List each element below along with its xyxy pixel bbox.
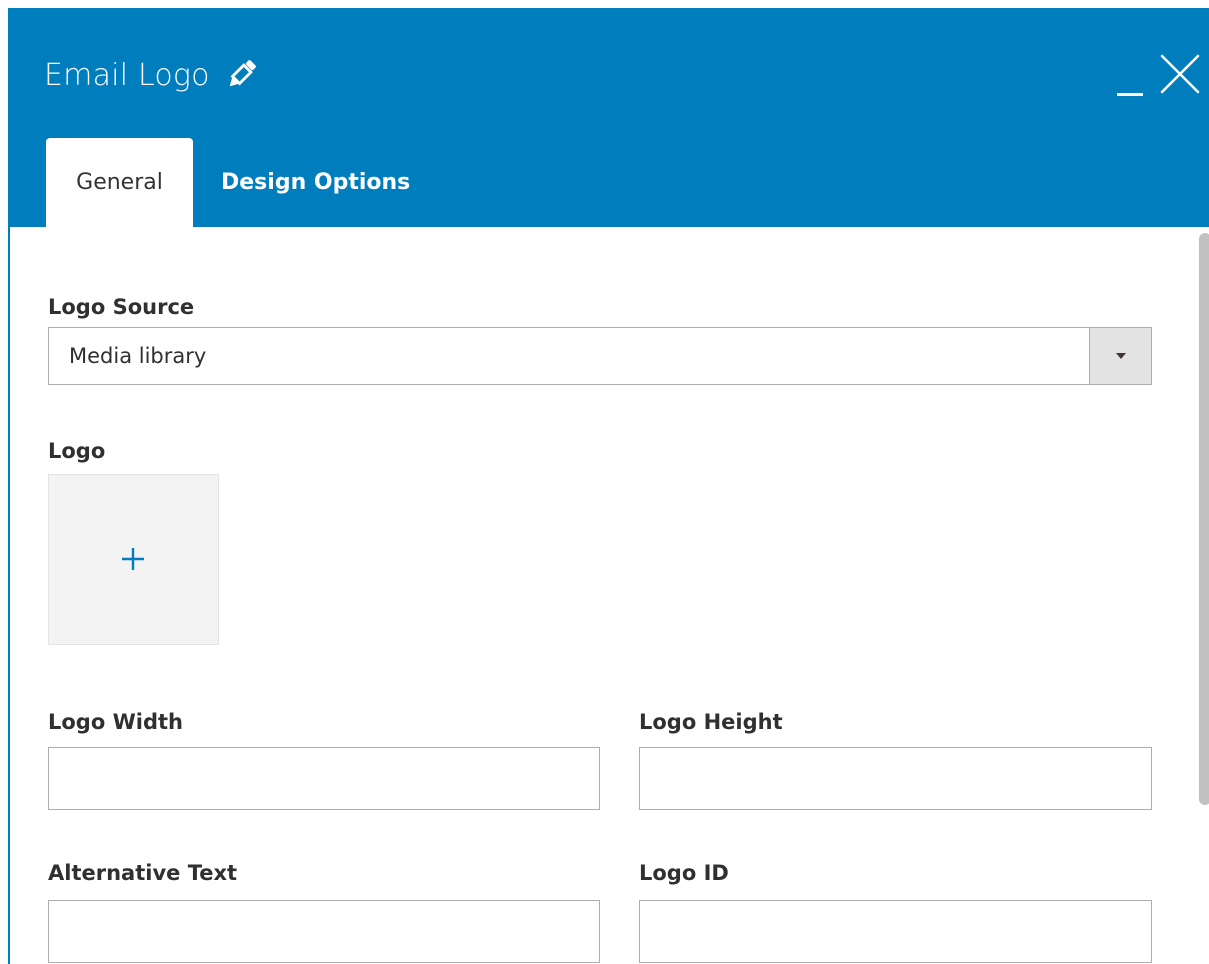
panel-title: Email Logo [44, 52, 258, 98]
panel-header: Email Logo General Design Options [8, 8, 1209, 227]
plus-icon [122, 548, 144, 570]
alternative-text-input[interactable] [48, 900, 600, 963]
logo-source-select[interactable]: Media library [48, 327, 1152, 385]
panel-title-text: Email Logo [44, 57, 210, 93]
logo-width-input[interactable] [48, 747, 600, 810]
logo-height-input[interactable] [639, 747, 1152, 810]
scrollbar[interactable] [1199, 233, 1209, 805]
logo-id-input[interactable] [639, 900, 1152, 963]
pencil-icon[interactable] [224, 58, 258, 92]
logo-label: Logo [48, 439, 106, 463]
logo-source-value: Media library [69, 344, 207, 368]
close-button[interactable] [1158, 52, 1202, 96]
alternative-text-label: Alternative Text [48, 861, 238, 885]
chevron-down-icon [1116, 353, 1126, 359]
close-icon [1160, 54, 1200, 94]
logo-width-label: Logo Width [48, 710, 183, 734]
logo-upload-button[interactable] [48, 474, 219, 645]
tab-general[interactable]: General [46, 138, 193, 227]
panel-content: Logo Source Media library Logo Logo Widt… [8, 227, 1209, 964]
minimize-button[interactable] [1115, 60, 1147, 100]
edit-panel: Email Logo General Design Options Logo S… [8, 8, 1209, 964]
minimize-icon [1117, 93, 1143, 96]
logo-height-label: Logo Height [639, 710, 783, 734]
tab-design-options[interactable]: Design Options [193, 138, 438, 227]
logo-id-label: Logo ID [639, 861, 729, 885]
dropdown-toggle[interactable] [1089, 328, 1151, 384]
logo-source-label: Logo Source [48, 295, 195, 319]
tab-bar: General Design Options [46, 138, 438, 227]
